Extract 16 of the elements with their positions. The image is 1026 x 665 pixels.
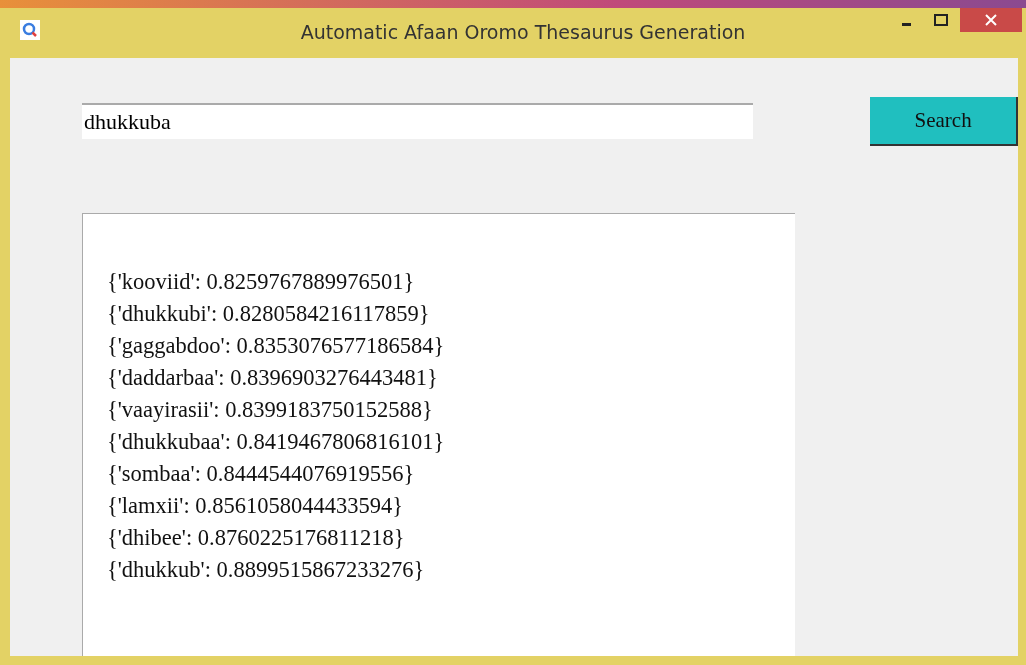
result-line: {'sombaa': 0.8444544076919556} bbox=[107, 460, 416, 488]
search-button[interactable]: Search bbox=[870, 97, 1018, 146]
result-line: {'gaggabdoo': 0.8353076577186584} bbox=[107, 332, 446, 360]
result-line: {'vaayirasii': 0.8399183750152588} bbox=[107, 396, 434, 424]
result-line: {'dhukkubi': 0.8280584216117859} bbox=[107, 300, 431, 328]
result-line: {'kooviid': 0.8259767889976501} bbox=[107, 268, 416, 296]
result-line: {'lamxii': 0.8561058044433594} bbox=[107, 492, 404, 520]
search-field[interactable]: dhukkuba bbox=[82, 103, 754, 139]
result-line: {'dhukkub': 0.8899515867233276} bbox=[107, 556, 426, 584]
result-line: {'daddarbaa': 0.8396903276443481} bbox=[107, 364, 439, 392]
close-button[interactable] bbox=[960, 8, 1022, 32]
result-line: {'dhibee': 0.8760225176811218} bbox=[107, 524, 406, 552]
close-icon bbox=[985, 14, 997, 26]
window-title: Automatic Afaan Oromo Thesaurus Generation bbox=[300, 21, 746, 43]
search-icon bbox=[20, 20, 40, 40]
result-line: {'dhukkubaa': 0.8419467806816101} bbox=[107, 428, 446, 456]
